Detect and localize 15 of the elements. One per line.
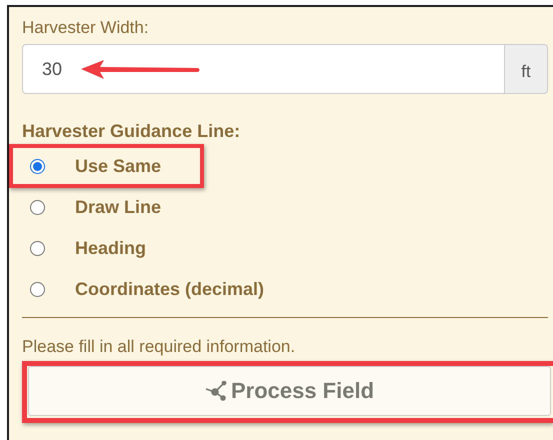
guidance-heading: Harvester Guidance Line:	[22, 121, 242, 142]
required-message: Please fill in all required information.	[22, 337, 296, 357]
option-label[interactable]: Draw Line	[75, 196, 162, 218]
option-label[interactable]: Heading	[75, 238, 146, 258]
unit-addon: ft	[505, 44, 548, 94]
nodes-icon	[204, 381, 227, 401]
process-field-button[interactable]: Process Field	[28, 366, 551, 416]
radio-button[interactable]	[30, 158, 45, 174]
width-input[interactable]: 30	[22, 44, 505, 94]
option-label[interactable]: Coordinates (decimal)	[75, 278, 264, 300]
radio-button[interactable]	[30, 200, 45, 214]
radio-button[interactable]	[30, 240, 45, 256]
width-label: Harvester Width:	[22, 17, 150, 39]
radio-button[interactable]	[30, 282, 45, 296]
option-label[interactable]: Use Same	[75, 156, 162, 176]
